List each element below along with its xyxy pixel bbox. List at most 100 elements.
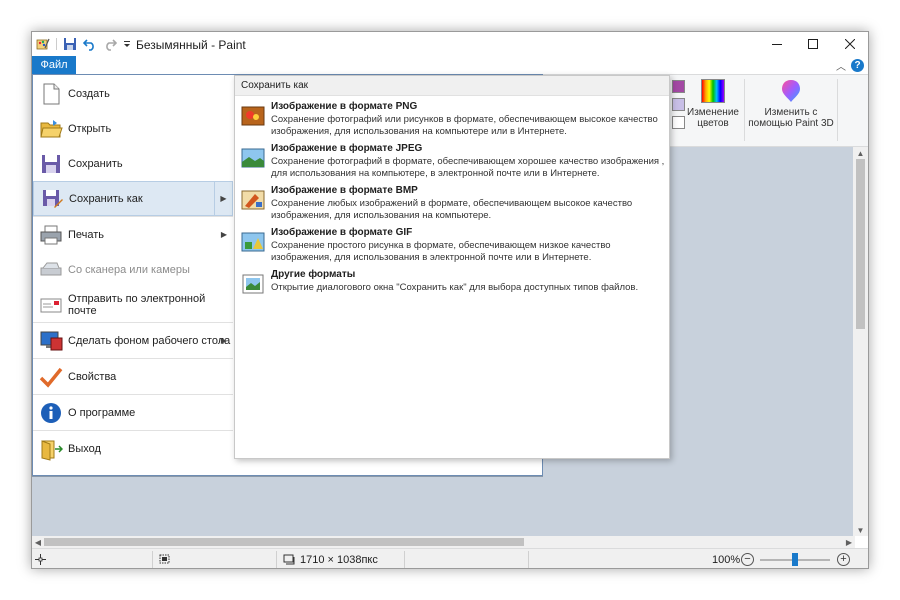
- status-divider: [276, 551, 277, 568]
- format-title: Изображение в формате GIF: [271, 227, 413, 238]
- menu-item-label: О программе: [68, 406, 136, 419]
- customize-toolbar-chevron-icon[interactable]: [123, 37, 131, 51]
- image-dimensions: 1710 × 1038пкс: [300, 553, 378, 566]
- cursor-position-cell: [35, 549, 46, 568]
- format-description: Сохранение простого рисунка в формате, о…: [271, 240, 611, 263]
- submenu-header: Сохранить как: [235, 76, 669, 96]
- format-description: Сохранение любых изображений в формате, …: [271, 198, 633, 221]
- save-as-submenu: Сохранить как Изображение в формате PNG …: [234, 75, 670, 459]
- horizontal-scrollbar[interactable]: ◀ ▶: [32, 536, 855, 548]
- edit-with-paint3d-button[interactable]: Изменить с помощью Paint 3D: [748, 79, 834, 129]
- status-divider: [404, 551, 405, 568]
- gif-image-icon: [241, 230, 265, 254]
- close-icon: [845, 39, 855, 49]
- maximize-icon: [808, 39, 818, 49]
- menu-item-label: Сохранить как: [69, 192, 143, 205]
- save-as-jpeg[interactable]: Изображение в формате JPEG Сохранение фо…: [235, 143, 671, 183]
- redo-icon[interactable]: [103, 37, 118, 51]
- save-as-gif[interactable]: Изображение в формате GIF Сохранение про…: [235, 227, 671, 267]
- menu-item-label: Открыть: [68, 122, 112, 135]
- close-button[interactable]: [832, 32, 868, 56]
- crosshair-icon: [35, 554, 46, 565]
- paint3d-label: Изменить с помощью Paint 3D: [748, 107, 834, 129]
- zoom-slider-knob[interactable]: [792, 553, 798, 566]
- color-spectrum-icon: [701, 79, 725, 103]
- menu-item-open[interactable]: Открыть: [33, 111, 233, 146]
- bmp-image-icon: [241, 188, 265, 212]
- ribbon-divider: [744, 79, 745, 141]
- format-description: Сохранение фотографий или рисунков в фор…: [271, 114, 658, 137]
- vertical-scroll-thumb[interactable]: [856, 159, 865, 329]
- scroll-right-arrow-icon[interactable]: ▶: [843, 536, 855, 548]
- scroll-left-arrow-icon[interactable]: ◀: [32, 536, 44, 548]
- status-divider: [528, 551, 529, 568]
- menu-item-new[interactable]: Создать: [33, 76, 233, 111]
- ribbon-divider: [837, 79, 838, 141]
- save-as-other-formats[interactable]: Другие форматы Открытие диалогового окна…: [235, 269, 671, 309]
- menu-item-save[interactable]: Сохранить: [33, 146, 233, 181]
- window-title: Безымянный - Paint: [136, 38, 246, 52]
- color-swatch-lavender[interactable]: [672, 98, 685, 111]
- scroll-down-arrow-icon[interactable]: ▼: [853, 524, 868, 536]
- menu-item-exit[interactable]: Выход: [33, 431, 233, 466]
- tab-file[interactable]: Файл: [32, 56, 76, 74]
- desktop-background-icon: [39, 329, 63, 353]
- menu-item-print[interactable]: Печать ▶: [33, 217, 233, 252]
- new-file-icon: [39, 82, 63, 106]
- paint3d-icon: [780, 79, 802, 103]
- image-size-icon: [283, 554, 295, 565]
- zoom-level: 100%: [712, 553, 741, 566]
- quick-access-toolbar: [36, 36, 131, 52]
- menu-item-label: Сохранить: [68, 157, 123, 170]
- menu-item-label: Печать: [68, 228, 105, 241]
- format-title: Изображение в формате PNG: [271, 101, 418, 112]
- menu-item-save-as[interactable]: Сохранить как ▶: [33, 181, 233, 216]
- scroll-up-arrow-icon[interactable]: ▲: [853, 147, 868, 159]
- status-bar: 1710 × 1038пкс 100% − +: [32, 548, 868, 568]
- menu-item-properties[interactable]: Свойства: [33, 359, 233, 394]
- zoom-in-button[interactable]: +: [837, 553, 850, 566]
- menu-item-label: Со сканера или камеры: [68, 263, 190, 276]
- save-icon[interactable]: [63, 37, 77, 51]
- menu-item-send-email[interactable]: Отправить по электронной почте: [33, 287, 233, 322]
- ribbon-tabs: Файл ︿ ?: [32, 56, 868, 74]
- menu-item-label: Создать: [68, 87, 110, 100]
- edit-colors-button[interactable]: Изменение цветов: [685, 79, 741, 129]
- help-icon[interactable]: ?: [851, 59, 864, 72]
- format-description: Сохранение фотографий в формате, обеспеч…: [271, 156, 665, 179]
- minimize-button[interactable]: [759, 32, 795, 56]
- save-as-bmp[interactable]: Изображение в формате BMP Сохранение люб…: [235, 185, 671, 225]
- menu-item-about[interactable]: О программе: [33, 395, 233, 430]
- zoom-out-button[interactable]: −: [741, 553, 754, 566]
- minimize-icon: [772, 44, 782, 45]
- exit-icon: [39, 437, 64, 461]
- maximize-button[interactable]: [795, 32, 831, 56]
- format-title: Изображение в формате BMP: [271, 185, 418, 196]
- paint-window: Безымянный - Paint Файл ︿ ? Изменение цв…: [31, 31, 869, 569]
- format-title: Другие форматы: [271, 269, 356, 280]
- submenu-arrow-icon: ▶: [220, 336, 227, 345]
- menu-item-label: Сделать фоном рабочего стола: [68, 334, 231, 347]
- vertical-scrollbar[interactable]: ▲ ▼: [853, 147, 868, 536]
- horizontal-scroll-thumb[interactable]: [44, 538, 524, 546]
- menu-item-label: Выход: [68, 442, 101, 455]
- collapse-ribbon-chevron-icon[interactable]: ︿: [836, 58, 846, 73]
- file-menu-commands: Создать Открыть Сохранить Сохранить как …: [33, 75, 233, 475]
- menu-item-set-desktop-background[interactable]: Сделать фоном рабочего стола ▶: [33, 323, 233, 358]
- submenu-arrow-icon[interactable]: ▶: [214, 182, 232, 215]
- selection-size-cell: [159, 549, 171, 568]
- format-title: Изображение в формате JPEG: [271, 143, 423, 154]
- menu-item-label: Свойства: [68, 370, 117, 383]
- color-swatch-white[interactable]: [672, 116, 685, 129]
- save-as-icon: [40, 187, 64, 211]
- other-formats-icon: [241, 272, 265, 296]
- undo-icon[interactable]: [82, 37, 97, 51]
- paint-app-icon: [36, 37, 50, 51]
- save-as-png[interactable]: Изображение в формате PNG Сохранение фот…: [235, 101, 671, 141]
- printer-icon: [39, 223, 63, 247]
- zoom-level-cell: 100%: [712, 549, 741, 568]
- image-size-cell: 1710 × 1038пкс: [283, 549, 378, 568]
- color-swatch-purple[interactable]: [672, 80, 685, 93]
- edit-colors-label: Изменение цветов: [687, 107, 739, 129]
- open-folder-icon: [39, 117, 63, 141]
